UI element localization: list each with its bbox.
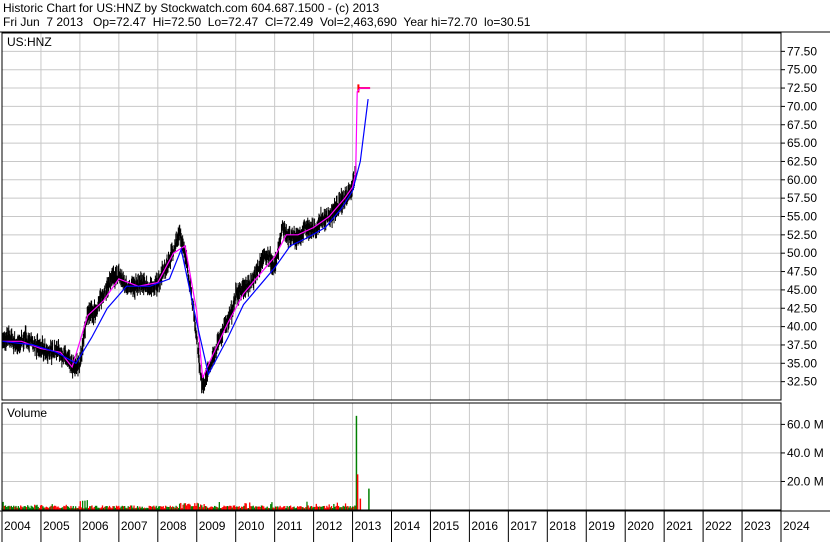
- price-y-axis: 77.50 75.00 72.50 70.00 67.50 65.00 62.50 60.00…: [781, 44, 817, 389]
- x-tick-label: 2005: [43, 519, 70, 533]
- price-bars: [1, 84, 371, 394]
- x-axis: 2004 2005 2006 2007 2008 2009 2010 2011 2012 2013…: [1, 511, 810, 542]
- price-y-tick-label: 60.00: [787, 173, 817, 187]
- x-tick-label: 2006: [82, 519, 109, 533]
- price-y-tick-label: 45.00: [787, 283, 817, 297]
- price-y-tick-label: 75.00: [787, 63, 817, 77]
- price-y-tick-label: 65.00: [787, 136, 817, 150]
- x-tick-label: 2022: [705, 519, 732, 533]
- x-tick-label: 2015: [432, 519, 459, 533]
- x-tick-label: 2020: [627, 519, 654, 533]
- price-y-tick-label: 35.00: [787, 356, 817, 370]
- x-tick-label: 2012: [316, 519, 343, 533]
- x-tick-label: 2017: [510, 519, 537, 533]
- price-y-tick-label: 40.00: [787, 320, 817, 334]
- price-y-tick-label: 72.50: [787, 81, 817, 95]
- price-y-tick-label: 42.50: [787, 301, 817, 315]
- x-tick-label: 2021: [666, 519, 693, 533]
- price-y-tick-label: 55.00: [787, 210, 817, 224]
- x-tick-label: 2010: [238, 519, 265, 533]
- x-tick-label: 2011: [277, 519, 303, 533]
- price-y-tick-label: 47.50: [787, 265, 817, 279]
- x-tick-label: 2024: [783, 519, 810, 533]
- price-y-tick-label: 37.50: [787, 338, 817, 352]
- volume-y-axis: 60.0 M 40.0 M 20.0 M: [781, 417, 824, 488]
- price-y-tick-label: 70.00: [787, 99, 817, 113]
- x-tick-label: 2009: [199, 519, 226, 533]
- x-tick-label: 2023: [744, 519, 771, 533]
- x-tick-label: 2014: [394, 519, 421, 533]
- x-tick-label: 2013: [355, 519, 382, 533]
- x-tick-label: 2004: [4, 519, 31, 533]
- x-tick-label: 2007: [121, 519, 148, 533]
- price-y-tick-label: 77.50: [787, 44, 817, 58]
- x-tick-label: 2019: [588, 519, 615, 533]
- volume-grid: [1, 403, 782, 510]
- volume-y-tick-label: 60.0 M: [787, 417, 824, 431]
- x-tick-label: 2008: [160, 519, 187, 533]
- price-y-tick-label: 62.50: [787, 154, 817, 168]
- moving-average-lines: [1, 87, 371, 379]
- stock-chart: 77.50 75.00 72.50 70.00 67.50 65.00 62.50 60.00…: [0, 31, 830, 542]
- price-y-tick-label: 32.50: [787, 375, 817, 389]
- price-y-tick-label: 67.50: [787, 118, 817, 132]
- price-y-tick-label: 50.00: [787, 246, 817, 260]
- x-tick-label: 2018: [549, 519, 576, 533]
- price-grid: [1, 33, 782, 400]
- volume-y-tick-label: 40.0 M: [787, 446, 824, 460]
- price-panel-label: US:HNZ: [7, 35, 52, 49]
- volume-y-tick-label: 20.0 M: [787, 474, 824, 488]
- price-y-tick-label: 57.50: [787, 191, 817, 205]
- volume-panel-label: Volume: [7, 406, 47, 420]
- price-y-tick-label: 52.50: [787, 228, 817, 242]
- x-tick-label: 2016: [471, 519, 498, 533]
